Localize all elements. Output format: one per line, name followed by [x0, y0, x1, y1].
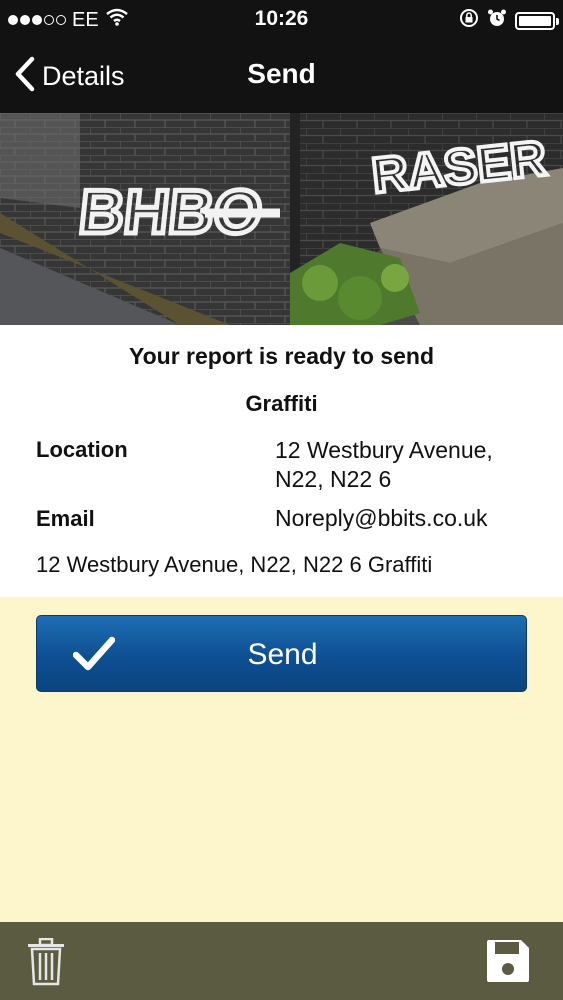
rotation-lock-icon	[459, 8, 479, 33]
graffiti-left-tag: BHBO	[73, 176, 280, 249]
email-label: Email	[36, 506, 95, 531]
report-category: Graffiti	[245, 391, 318, 416]
send-button-label: Send	[247, 638, 318, 671]
bottom-toolbar	[0, 922, 563, 1000]
ready-heading: Your report is ready to send	[128, 343, 435, 369]
report-summary-line: 12 Westbury Avenue, N22, N22 6 Graffiti	[36, 552, 433, 577]
status-right	[459, 8, 559, 33]
alarm-icon	[487, 8, 507, 33]
send-button[interactable]: Send	[36, 615, 527, 692]
save-icon[interactable]	[485, 938, 531, 989]
battery-icon	[515, 11, 559, 30]
trash-icon[interactable]	[26, 937, 66, 991]
back-label: Details	[42, 61, 125, 91]
email-value: Noreply@bbits.co.uk	[275, 505, 488, 531]
report-summary-card: Your report is ready to send Graffiti Lo…	[0, 325, 563, 597]
location-value: 12 Westbury Avenue, N22, N22 6	[275, 437, 493, 492]
location-label: Location	[36, 437, 128, 462]
battery-fill	[519, 15, 551, 26]
status-bar: EE 10:26	[0, 0, 563, 38]
back-button[interactable]: Details	[12, 56, 125, 97]
navigation-bar: Details Send	[0, 38, 563, 113]
chevron-left-icon	[12, 56, 38, 97]
report-photo: BHBO RASER	[0, 113, 563, 325]
